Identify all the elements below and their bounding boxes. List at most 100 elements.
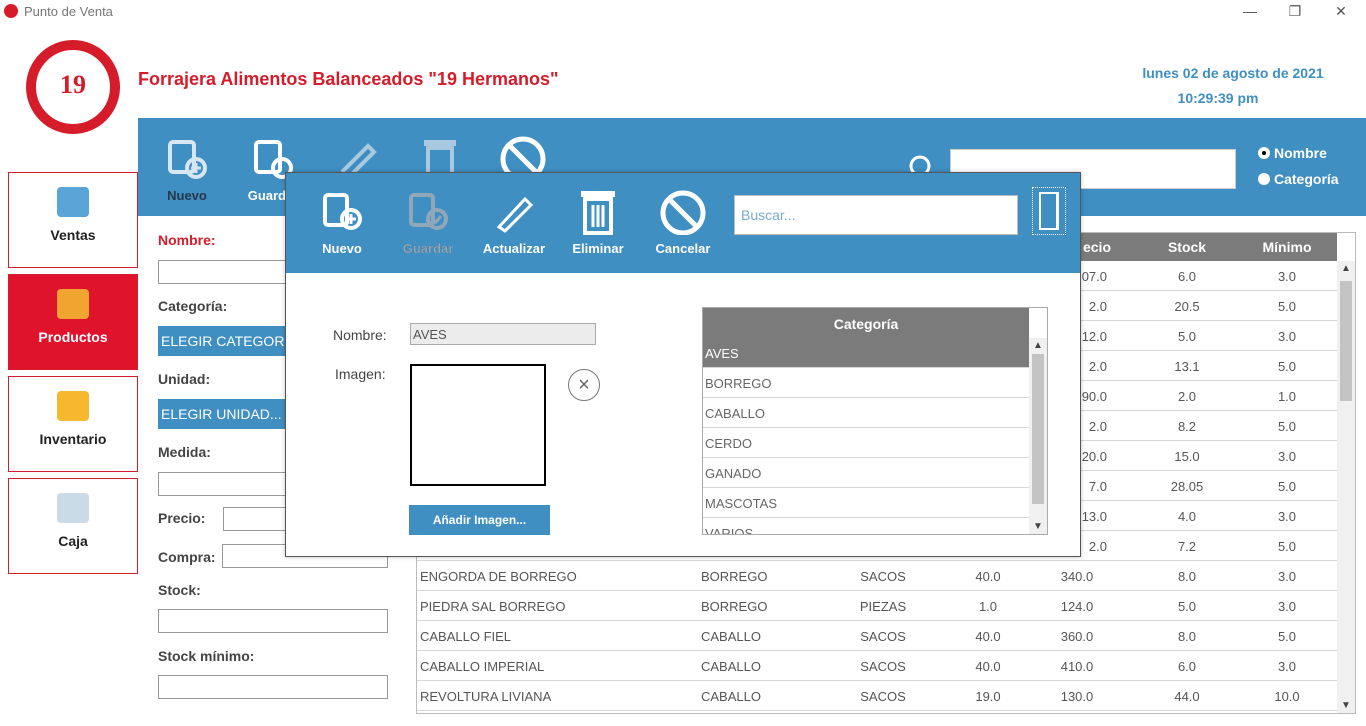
scroll-up-icon[interactable]: ▲ bbox=[1033, 340, 1043, 351]
dialog-cancel-button[interactable]: Cancelar bbox=[643, 187, 723, 256]
category-list-item[interactable]: CABALLO bbox=[703, 398, 1029, 428]
close-window-button[interactable]: ✕ bbox=[1331, 2, 1351, 20]
column-header-precio[interactable]: ecio bbox=[1077, 239, 1117, 255]
maximize-button[interactable]: ❐ bbox=[1285, 2, 1305, 20]
dialog-cancel-label: Cancelar bbox=[655, 241, 711, 256]
table-row[interactable]: CABALLO IMPERIAL CABALLO SACOS 40.0 410.0 6.0… bbox=[417, 651, 1337, 681]
dialog-search-input[interactable]: Buscar... bbox=[734, 195, 1018, 235]
table-cell-stock: 2.0 bbox=[1177, 389, 1197, 404]
table-cell-precio: 360.0 bbox=[1060, 629, 1094, 644]
table-cell-minimo: 5.0 bbox=[1277, 629, 1297, 644]
dialog-image-preview bbox=[410, 364, 546, 486]
scroll-up-icon[interactable]: ▲ bbox=[1341, 263, 1351, 274]
table-cell-medida: 40.0 bbox=[975, 629, 1001, 644]
table-cell-stock: 4.0 bbox=[1177, 509, 1197, 524]
sidebar-item-inventario[interactable]: Inventario bbox=[8, 376, 138, 472]
dialog-update-button[interactable]: Actualizar bbox=[474, 187, 554, 256]
stock-label: Stock: bbox=[158, 582, 201, 598]
radio-unchecked-icon bbox=[1258, 173, 1270, 185]
table-cell-medida: 19.0 bbox=[975, 689, 1001, 704]
new-button-label: Nuevo bbox=[167, 188, 207, 203]
table-cell-categoria: CABALLO bbox=[701, 659, 761, 674]
dialog-save-button[interactable]: Guardar bbox=[388, 187, 468, 256]
category-dialog: Nuevo Guardar Actualizar Eliminar Cancel… bbox=[285, 172, 1081, 557]
table-scroll-thumb[interactable] bbox=[1340, 281, 1352, 401]
column-header-stock[interactable]: Stock bbox=[1157, 239, 1217, 255]
dialog-update-label: Actualizar bbox=[482, 241, 546, 256]
table-cell-unidad: SACOS bbox=[860, 689, 906, 704]
new-product-button[interactable]: Nuevo bbox=[152, 136, 222, 203]
categoria-select[interactable]: ELEGIR CATEGORÍA bbox=[158, 326, 288, 356]
category-list-item[interactable]: MASCOTAS bbox=[703, 488, 1029, 518]
sidebar-label-productos: Productos bbox=[38, 329, 108, 345]
company-name: Forrajera Alimentos Balanceados "19 Herm… bbox=[138, 69, 559, 89]
table-cell-stock: 5.0 bbox=[1177, 599, 1197, 614]
window-titlebar: Punto de Venta — ❐ ✕ bbox=[0, 0, 1366, 24]
stock-field[interactable] bbox=[158, 609, 388, 633]
table-row[interactable]: CABALLO FIEL CABALLO SACOS 40.0 360.0 8.0 5.0 bbox=[417, 621, 1337, 651]
clear-image-icon[interactable]: × bbox=[568, 369, 600, 401]
table-row[interactable]: REVOLTURA LIVIANA CABALLO SACOS 19.0 130.0 44… bbox=[417, 681, 1337, 711]
category-list-scrollbar[interactable]: ▲ ▼ bbox=[1029, 338, 1047, 534]
table-row[interactable]: ENGORDA DE BORREGO BORREGO SACOS 40.0 340.0 8… bbox=[417, 561, 1337, 591]
current-date: lunes 02 de agosto de 2021 bbox=[1142, 65, 1324, 81]
dialog-delete-button[interactable]: Eliminar bbox=[558, 187, 638, 256]
company-logo: 19 bbox=[26, 40, 120, 134]
stock-minimo-field[interactable] bbox=[158, 675, 388, 699]
category-list-item[interactable]: GANADO bbox=[703, 458, 1029, 488]
dialog-save-label: Guardar bbox=[402, 241, 454, 256]
table-cell-stock: 44.0 bbox=[1174, 689, 1200, 704]
dialog-name-field[interactable]: AVES bbox=[410, 323, 596, 345]
delete-trash-icon bbox=[581, 191, 615, 235]
table-cell-nombre: PIEDRA SAL BORREGO bbox=[420, 599, 566, 614]
table-cell-stock: 15.0 bbox=[1174, 449, 1200, 464]
radio-search-by-name[interactable]: Nombre bbox=[1258, 145, 1327, 161]
sidebar-item-productos[interactable]: Productos bbox=[8, 274, 138, 370]
table-cell-minimo: 5.0 bbox=[1277, 299, 1297, 314]
category-list-scroll-thumb[interactable] bbox=[1032, 354, 1044, 504]
cash-register-icon bbox=[57, 493, 89, 523]
cancel-circle-icon bbox=[660, 190, 706, 235]
dialog-exit-button[interactable] bbox=[1032, 187, 1066, 235]
category-list-item[interactable]: VARIOS bbox=[703, 518, 1029, 534]
sales-cart-icon bbox=[57, 187, 89, 217]
table-cell-minimo: 5.0 bbox=[1277, 539, 1297, 554]
radio-search-by-category[interactable]: Categoría bbox=[1258, 171, 1339, 187]
app-logo-icon bbox=[4, 4, 18, 18]
minimize-button[interactable]: — bbox=[1240, 2, 1260, 20]
category-list-item[interactable]: CERDO bbox=[703, 428, 1029, 458]
sidebar-label-inventario: Inventario bbox=[39, 431, 107, 447]
table-cell-stock: 7.2 bbox=[1177, 539, 1197, 554]
table-cell-nombre: ENGORDA DE BORREGO bbox=[420, 569, 577, 584]
table-cell-stock: 8.0 bbox=[1177, 629, 1197, 644]
add-image-button[interactable]: Añadir Imagen... bbox=[409, 505, 550, 535]
table-cell-minimo: 3.0 bbox=[1277, 449, 1297, 464]
category-list-item[interactable]: BORREGO bbox=[703, 368, 1029, 398]
table-cell-nombre: REVOLTURA LIVIANA bbox=[420, 689, 552, 704]
scroll-down-icon[interactable]: ▼ bbox=[1341, 700, 1351, 711]
radio-category-label: Categoría bbox=[1274, 171, 1339, 187]
sidebar-item-caja[interactable]: Caja bbox=[8, 478, 138, 574]
company-logo-inner: 19 bbox=[34, 48, 112, 126]
category-list-item[interactable]: AVES bbox=[703, 338, 1029, 368]
unidad-label: Unidad: bbox=[158, 371, 211, 387]
table-row[interactable]: PIEDRA SAL BORREGO BORREGO PIEZAS 1.0 124.0 5… bbox=[417, 591, 1337, 621]
scroll-down-icon[interactable]: ▼ bbox=[1033, 521, 1043, 532]
dialog-new-button[interactable]: Nuevo bbox=[302, 187, 382, 256]
table-cell-minimo: 5.0 bbox=[1277, 479, 1297, 494]
dialog-delete-label: Eliminar bbox=[572, 241, 624, 256]
table-cell-unidad: SACOS bbox=[860, 569, 906, 584]
table-cell-medida: 40.0 bbox=[975, 569, 1001, 584]
table-cell-minimo: 1.0 bbox=[1277, 389, 1297, 404]
table-scrollbar[interactable]: ▲ ▼ bbox=[1337, 261, 1355, 713]
radio-name-label: Nombre bbox=[1274, 145, 1327, 161]
table-cell-unidad: PIEZAS bbox=[859, 599, 907, 614]
table-cell-categoria: CABALLO bbox=[701, 689, 761, 704]
sidebar-item-ventas[interactable]: Ventas bbox=[8, 172, 138, 268]
new-document-icon bbox=[323, 193, 362, 230]
unidad-select[interactable]: ELEGIR UNIDAD... bbox=[158, 399, 288, 429]
table-cell-stock: 20.5 bbox=[1174, 299, 1200, 314]
nombre-label: Nombre: bbox=[158, 232, 216, 248]
table-cell-minimo: 3.0 bbox=[1277, 569, 1297, 584]
column-header-minimo[interactable]: Mínimo bbox=[1247, 239, 1327, 255]
